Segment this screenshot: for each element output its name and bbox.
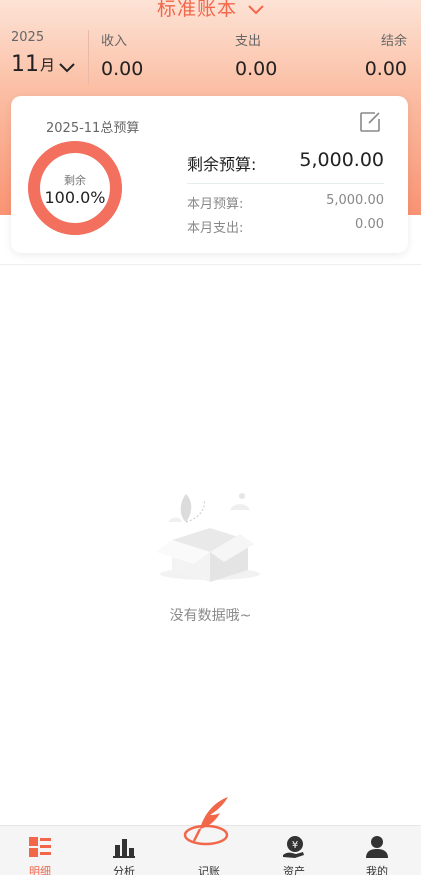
quill-icon[interactable] [182, 795, 238, 855]
tab-label: 我的 [366, 865, 388, 875]
svg-text:¥: ¥ [292, 840, 298, 851]
balance-value: 0.00 [364, 58, 407, 80]
income-stat: 收入 0.00 [101, 30, 143, 80]
monthly-budget-value: 5,000.00 [326, 193, 384, 208]
book-title: 标准账本 [156, 0, 237, 20]
chart-icon [113, 839, 135, 858]
section-divider [0, 264, 421, 265]
edit-icon[interactable] [358, 110, 382, 134]
monthly-expense-label: 本月支出: [187, 221, 244, 236]
year-label: 2025 [11, 30, 45, 45]
book-selector[interactable]: 标准账本 [0, 0, 421, 21]
expense-value: 0.00 [235, 58, 278, 80]
chevron-down-icon [59, 63, 75, 73]
person-icon [366, 836, 388, 858]
list-icon [29, 837, 51, 857]
card-divider [187, 183, 384, 184]
summary-divider [88, 30, 89, 84]
balance-stat: 结余 0.00 [365, 30, 407, 80]
tab-profile[interactable]: 我的 [347, 826, 407, 875]
empty-state-text: 没有数据哦~ [169, 608, 252, 624]
wallet-yen-icon: ¥ [283, 836, 304, 858]
tab-label: 分析 [113, 865, 135, 875]
month-summary: 2025 11 月 收入 0.00 支出 0.00 结余 0.00 [0, 28, 421, 88]
month-number: 11 [11, 52, 39, 77]
tab-details[interactable]: 明细 [10, 826, 70, 875]
tab-label: 资产 [283, 865, 305, 875]
income-value: 0.00 [101, 58, 144, 80]
tab-analysis[interactable]: 分析 [94, 826, 154, 875]
month-selector[interactable]: 11 月 [11, 52, 75, 77]
chevron-down-icon [248, 4, 264, 14]
remaining-budget-value: 5,000.00 [299, 149, 384, 171]
monthly-budget-label: 本月预算: [187, 197, 244, 212]
income-label: 收入 [101, 34, 128, 49]
tab-label: 明细 [29, 865, 51, 875]
monthly-expense-value: 0.00 [355, 217, 384, 232]
tab-label: 记账 [198, 865, 220, 875]
budget-card[interactable]: 2025-11总预算 剩余 100.0% 剩余预算: 5,000.00 本月预算… [11, 96, 408, 253]
tab-assets[interactable]: ¥ 资产 [264, 826, 324, 875]
expense-label: 支出 [235, 34, 262, 49]
remaining-budget-label: 剩余预算: [187, 155, 257, 174]
ring-label: 剩余 [64, 174, 86, 187]
budget-title: 2025-11总预算 [46, 121, 140, 136]
empty-box-illustration [156, 493, 260, 582]
balance-label: 结余 [380, 34, 407, 49]
expense-stat: 支出 0.00 [235, 30, 277, 80]
month-unit: 月 [40, 56, 56, 74]
ring-percent: 100.0% [44, 188, 106, 207]
